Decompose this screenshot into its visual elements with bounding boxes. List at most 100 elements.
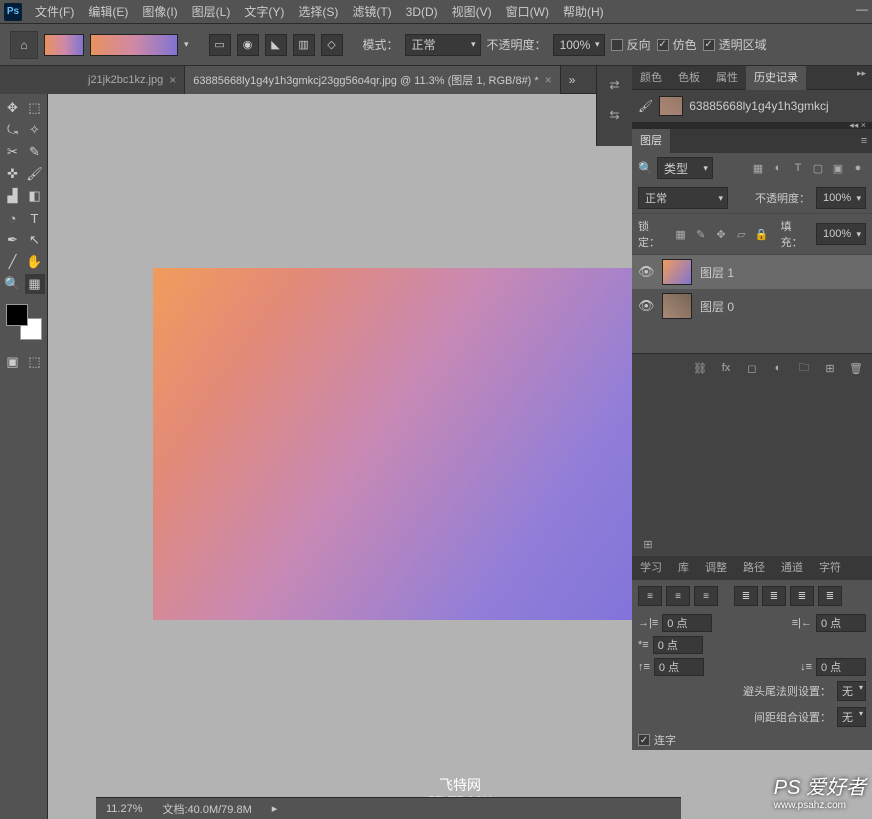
- layer-thumb[interactable]: [662, 259, 692, 285]
- filter-toggle-icon[interactable]: ●: [850, 160, 866, 176]
- menu-file[interactable]: 文件(F): [28, 0, 81, 24]
- menu-type[interactable]: 文字(Y): [237, 0, 291, 24]
- shape-tool[interactable]: ╱: [3, 252, 23, 272]
- menu-edit[interactable]: 编辑(E): [81, 0, 135, 24]
- marquee-tool[interactable]: ⬚: [25, 98, 45, 118]
- gradient-tool-icon[interactable]: [44, 34, 84, 56]
- align-left-icon[interactable]: ≡: [638, 586, 662, 606]
- pen-tool[interactable]: ✒: [3, 230, 23, 250]
- close-icon[interactable]: ×: [169, 73, 176, 87]
- reflected-gradient-icon[interactable]: ▥: [293, 34, 315, 56]
- status-arrow-icon[interactable]: ▸: [272, 802, 278, 815]
- quickmask-tool[interactable]: ▣: [3, 352, 23, 372]
- menu-help[interactable]: 帮助(H): [556, 0, 611, 24]
- align-right-icon[interactable]: ≡: [694, 586, 718, 606]
- justify-all-icon[interactable]: ≣: [818, 586, 842, 606]
- magic-wand-tool[interactable]: ✧: [25, 120, 45, 140]
- lasso-tool[interactable]: ⤿: [3, 120, 23, 140]
- fx-icon[interactable]: fx: [718, 360, 734, 376]
- blend-mode-select[interactable]: 正常: [405, 34, 481, 56]
- layer-name[interactable]: 图层 0: [700, 298, 734, 315]
- dither-checkbox[interactable]: 仿色: [657, 36, 697, 53]
- justify-right-icon[interactable]: ≣: [790, 586, 814, 606]
- tab-swatches[interactable]: 色板: [670, 66, 708, 90]
- menu-window[interactable]: 窗口(W): [499, 0, 556, 24]
- angle-gradient-icon[interactable]: ◣: [265, 34, 287, 56]
- tab-adjustments[interactable]: 调整: [697, 556, 735, 580]
- space-after-input[interactable]: [816, 658, 866, 676]
- lock-brush-icon[interactable]: ✎: [694, 226, 708, 242]
- filter-shape-icon[interactable]: ▢: [810, 160, 826, 176]
- visibility-icon[interactable]: 👁: [638, 264, 654, 280]
- close-icon[interactable]: ×: [545, 73, 552, 87]
- layer-opacity-select[interactable]: 100%: [816, 187, 866, 209]
- menu-select[interactable]: 选择(S): [291, 0, 345, 24]
- kinsoku-select[interactable]: 无: [837, 681, 866, 701]
- first-line-input[interactable]: [653, 636, 703, 654]
- zoom-level[interactable]: 11.27%: [106, 803, 143, 815]
- justify-center-icon[interactable]: ≣: [762, 586, 786, 606]
- search-icon[interactable]: 🔍: [638, 161, 653, 175]
- home-button[interactable]: ⌂: [10, 31, 38, 59]
- mask-icon[interactable]: ◻: [744, 360, 760, 376]
- type-tool[interactable]: T: [25, 208, 45, 228]
- hyphenate-checkbox[interactable]: 连字: [638, 732, 676, 748]
- lock-pixel-icon[interactable]: ▦: [673, 226, 687, 242]
- gradient-tool[interactable]: ▦: [25, 274, 45, 294]
- eyedropper-tool[interactable]: ✎: [25, 142, 45, 162]
- tab-character[interactable]: 字符: [811, 556, 849, 580]
- menu-filter[interactable]: 滤镜(T): [345, 0, 398, 24]
- menu-3d[interactable]: 3D(D): [399, 0, 445, 24]
- doc-tab-active[interactable]: 63885668ly1g4y1h3gmkcj23gg56o4qr.jpg @ 1…: [185, 66, 560, 94]
- group-icon[interactable]: 🗀: [796, 360, 812, 376]
- healing-tool[interactable]: ✜: [3, 164, 23, 184]
- panel-menu-icon[interactable]: ≡: [856, 133, 872, 149]
- tab-paths[interactable]: 路径: [735, 556, 773, 580]
- filter-pixel-icon[interactable]: ▦: [750, 160, 766, 176]
- foreground-color[interactable]: [6, 304, 28, 326]
- stamp-tool[interactable]: ▟: [3, 186, 23, 206]
- fill-select[interactable]: 100%: [816, 223, 866, 245]
- linear-gradient-icon[interactable]: ▭: [209, 34, 231, 56]
- zoom-tool[interactable]: 🔍: [3, 274, 23, 294]
- filter-kind-select[interactable]: 类型: [657, 157, 713, 179]
- menu-layer[interactable]: 图层(L): [185, 0, 238, 24]
- eraser-tool[interactable]: ◧: [25, 186, 45, 206]
- lock-artboard-icon[interactable]: ▱: [734, 226, 748, 242]
- indent-left-input[interactable]: [662, 614, 712, 632]
- tab-layers[interactable]: 图层: [632, 129, 670, 153]
- filter-smart-icon[interactable]: ▣: [830, 160, 846, 176]
- doc-tab-inactive[interactable]: j21jk2bc1kz.jpg×: [80, 66, 185, 94]
- hand-tool[interactable]: ✋: [25, 252, 45, 272]
- adjustment-icon[interactable]: ◐: [770, 360, 786, 376]
- gradient-preview[interactable]: [90, 34, 178, 56]
- gradient-dropdown-icon[interactable]: ▾: [184, 39, 189, 50]
- collapse-icon[interactable]: ◂◂ ×: [849, 120, 866, 131]
- minimize-icon[interactable]: —: [856, 2, 868, 16]
- collapse-icon[interactable]: ▸▸: [857, 68, 866, 79]
- move-tool[interactable]: ✥: [3, 98, 23, 118]
- canvas[interactable]: [153, 268, 659, 620]
- tab-history[interactable]: 历史记录: [746, 66, 806, 90]
- transparency-checkbox[interactable]: 透明区域: [703, 36, 767, 53]
- layer-item[interactable]: 👁 图层 1: [632, 255, 872, 289]
- new-preset-icon[interactable]: ⊞: [640, 536, 656, 552]
- crop-tool[interactable]: ✂: [3, 142, 23, 162]
- brush-presets-icon[interactable]: ⇆: [604, 104, 626, 126]
- layer-blend-select[interactable]: 正常: [638, 187, 728, 209]
- path-tool[interactable]: ↖: [25, 230, 45, 250]
- reverse-checkbox[interactable]: 反向: [611, 36, 651, 53]
- align-center-icon[interactable]: ≡: [666, 586, 690, 606]
- filter-type-icon[interactable]: T: [790, 160, 806, 176]
- opacity-select[interactable]: 100%: [553, 34, 605, 56]
- link-icon[interactable]: ⛓: [692, 360, 708, 376]
- layer-item[interactable]: 👁 图层 0: [632, 289, 872, 323]
- new-layer-icon[interactable]: ⊞: [822, 360, 838, 376]
- lock-pos-icon[interactable]: ✥: [714, 226, 728, 242]
- tab-overflow-icon[interactable]: »: [561, 73, 584, 87]
- lock-all-icon[interactable]: 🔒: [754, 226, 768, 242]
- layer-thumb[interactable]: [662, 293, 692, 319]
- tab-properties[interactable]: 属性: [708, 66, 746, 90]
- radial-gradient-icon[interactable]: ◉: [237, 34, 259, 56]
- menu-view[interactable]: 视图(V): [445, 0, 499, 24]
